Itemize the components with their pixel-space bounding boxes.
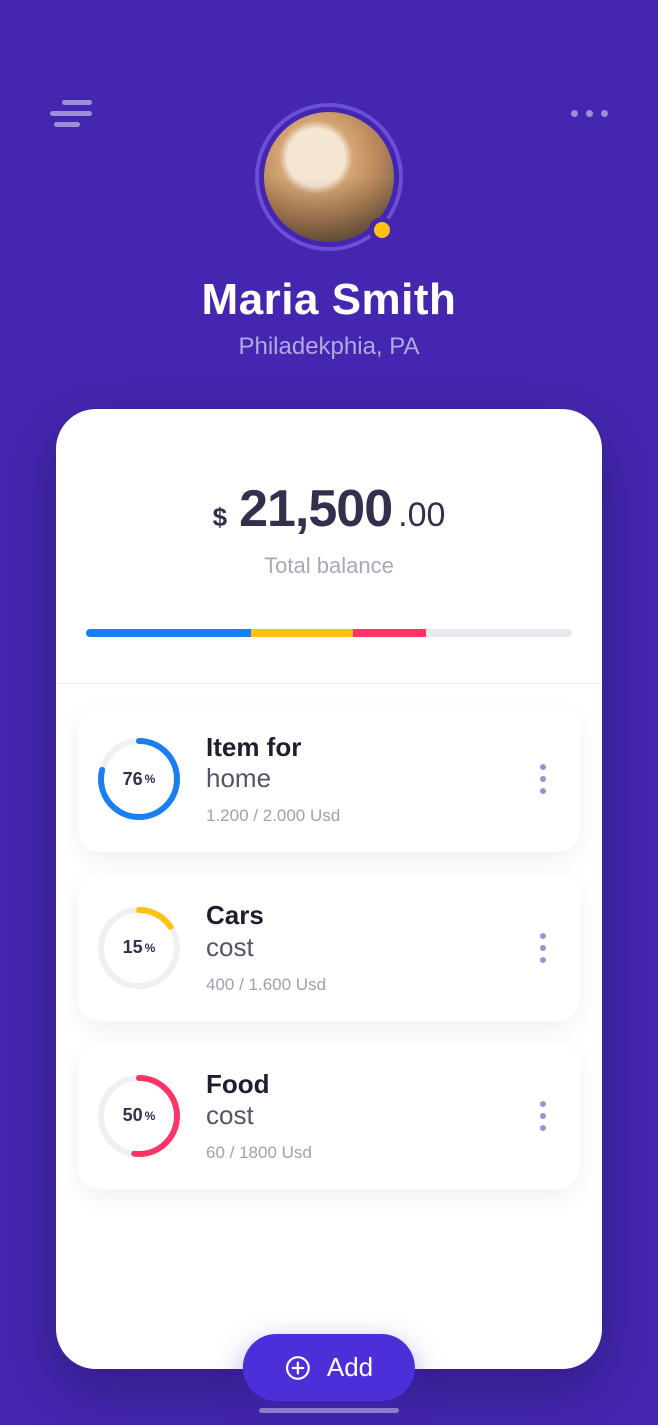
balance-cents: .00 (398, 496, 445, 535)
balance-label: Total balance (56, 553, 602, 579)
list-item[interactable]: 50% Food cost 60 / 1800 Usd (78, 1043, 580, 1189)
user-name: Maria Smith (202, 275, 457, 325)
currency-symbol: $ (213, 502, 227, 533)
progress-ring-icon: 76% (98, 738, 180, 820)
list-item[interactable]: 15% Cars cost 400 / 1.600 Usd (78, 874, 580, 1020)
more-vertical-icon[interactable] (530, 923, 556, 973)
progress-ring-icon: 15% (98, 907, 180, 989)
item-values: 60 / 1800 Usd (206, 1143, 504, 1163)
item-title: Item for (206, 732, 504, 763)
category-list: 76% Item for home 1.200 / 2.000 Usd 15% … (56, 684, 602, 1189)
item-values: 1.200 / 2.000 Usd (206, 806, 504, 826)
more-vertical-icon[interactable] (530, 754, 556, 804)
list-item[interactable]: 76% Item for home 1.200 / 2.000 Usd (78, 706, 580, 852)
item-title: Cars (206, 900, 504, 931)
avatar[interactable] (259, 107, 399, 247)
status-indicator-icon (369, 217, 395, 243)
item-subtitle: cost (206, 932, 504, 963)
more-vertical-icon[interactable] (530, 1091, 556, 1141)
menu-icon[interactable] (50, 100, 92, 127)
user-location: Philadekphia, PA (238, 333, 419, 361)
add-button-label: Add (327, 1352, 373, 1383)
item-values: 400 / 1.600 Usd (206, 975, 504, 995)
item-subtitle: home (206, 763, 504, 794)
add-button[interactable]: Add (243, 1334, 415, 1401)
spending-breakdown-bar (86, 629, 572, 637)
balance-amount: 21,500 (239, 479, 392, 539)
more-horizontal-icon[interactable] (571, 110, 608, 117)
item-subtitle: cost (206, 1100, 504, 1131)
progress-ring-icon: 50% (98, 1075, 180, 1157)
home-indicator[interactable] (259, 1408, 399, 1413)
item-title: Food (206, 1069, 504, 1100)
balance-card: $ 21,500 .00 Total balance 76% Item for … (56, 409, 602, 1369)
plus-circle-icon (285, 1355, 311, 1381)
